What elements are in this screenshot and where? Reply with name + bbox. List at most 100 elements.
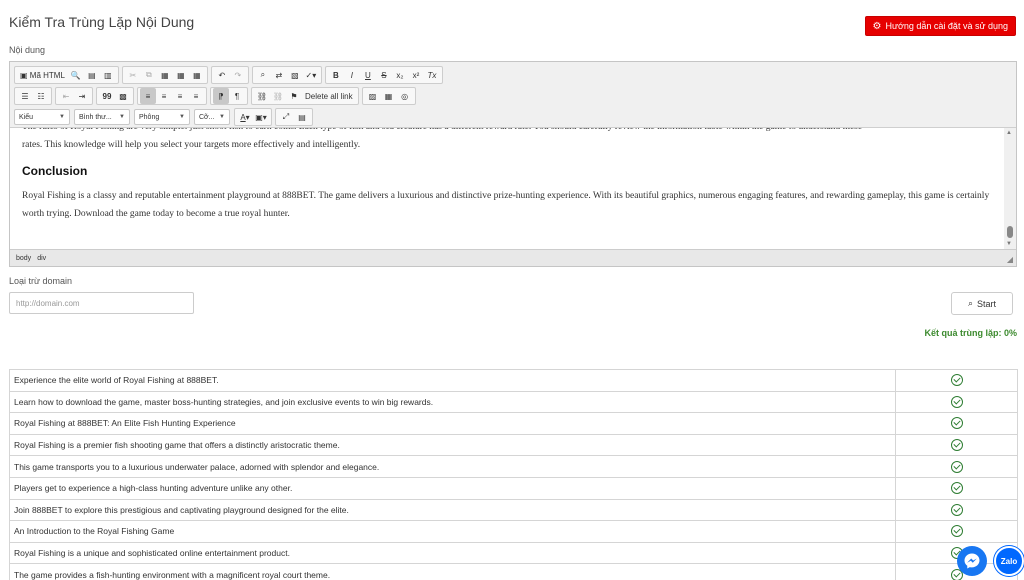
result-status: [895, 390, 1018, 414]
numbered-list-icon[interactable]: ☰: [17, 88, 33, 104]
indent-icon[interactable]: ⇥: [74, 88, 90, 104]
copy-icon[interactable]: ⧉: [141, 67, 157, 83]
result-sentence: Royal Fishing is a premier fish shooting…: [9, 433, 896, 457]
scroll-thumb[interactable]: [1007, 226, 1013, 238]
subscript-button[interactable]: x₂: [392, 67, 408, 83]
image-icon[interactable]: ▨: [365, 88, 381, 104]
domain-input[interactable]: [9, 292, 194, 314]
content-paragraph-rates: rates. This knowledge will help you sele…: [22, 140, 361, 150]
table-icon[interactable]: ▦: [381, 88, 397, 104]
result-status: [895, 498, 1018, 522]
paste-icon[interactable]: ▦: [157, 67, 173, 83]
editor-statusbar: body div ◢: [10, 249, 1016, 266]
page-title: Kiểm Tra Trùng Lặp Nội Dung: [9, 14, 195, 30]
rich-text-editor[interactable]: ▣ Mã HTML 🔍 ▤ ▥ ✂ ⧉ ▦ ▦ ▦ ↶ ↷ ⌕ ⇄ ▧ ✓▾ B…: [9, 61, 1017, 267]
guide-button[interactable]: ⚙ Hướng dẫn cài đặt và sử dụng: [864, 16, 1016, 36]
delete-all-link-button[interactable]: Delete all link: [302, 88, 356, 104]
undo-icon[interactable]: ↶: [214, 67, 230, 83]
find-icon[interactable]: ⌕: [255, 67, 271, 83]
anchor-flag-icon[interactable]: ⚑: [286, 88, 302, 104]
check-circle-icon: [950, 482, 963, 495]
align-left-icon[interactable]: ≡: [140, 88, 156, 104]
check-circle-icon: [950, 525, 963, 538]
text-color-icon[interactable]: A ▾: [237, 109, 253, 125]
chevron-down-icon: ▼: [219, 114, 225, 120]
source-icon: ▣: [20, 70, 30, 80]
messenger-icon: [964, 553, 980, 569]
table-row: Experience the elite world of Royal Fish…: [9, 369, 1018, 392]
align-justify-icon[interactable]: ≡: [188, 88, 204, 104]
style-combo[interactable]: Kiểu ▼: [14, 109, 70, 125]
editor-scrollbar[interactable]: ▲ ▼: [1004, 128, 1016, 250]
remove-format-button[interactable]: Tx: [424, 67, 440, 83]
paste-word-icon[interactable]: ▦: [189, 67, 205, 83]
div-container-icon[interactable]: ▩: [115, 88, 131, 104]
result-sentence: Learn how to download the game, master b…: [9, 390, 896, 414]
result-status: [895, 455, 1018, 478]
check-circle-icon: [950, 460, 963, 473]
templates-icon[interactable]: ▥: [100, 67, 116, 83]
strike-button[interactable]: S: [376, 67, 392, 83]
result-status: [895, 476, 1018, 500]
check-circle-icon: [950, 417, 963, 430]
maximize-icon[interactable]: ⤢: [278, 109, 294, 125]
check-circle-icon: [950, 439, 963, 452]
source-button[interactable]: ▣ Mã HTML: [17, 67, 68, 83]
preview-icon[interactable]: 🔍: [68, 67, 84, 83]
content-paragraph-conclusion: Royal Fishing is a classy and reputable …: [22, 191, 990, 219]
search-icon: ⌕: [967, 298, 974, 308]
result-sentence: Players get to experience a high-class h…: [9, 476, 896, 500]
table-row: Join 888BET to explore this prestigious …: [9, 498, 1018, 522]
scroll-down-icon[interactable]: ▼: [1006, 241, 1012, 247]
start-button[interactable]: ⌕ Start: [951, 292, 1013, 315]
superscript-button[interactable]: x²: [408, 67, 424, 83]
result-sentence: Join 888BET to explore this prestigious …: [9, 498, 896, 522]
chevron-down-icon: ▼: [119, 114, 125, 120]
rtl-icon[interactable]: ¶: [229, 88, 245, 104]
check-circle-icon: [950, 503, 963, 516]
content-heading: Conclusion: [22, 164, 88, 178]
redo-icon[interactable]: ↷: [230, 67, 246, 83]
unlink-icon[interactable]: ⛓: [270, 88, 286, 104]
table-row: Players get to experience a high-class h…: [9, 476, 1018, 500]
table-row: Royal Fishing is a unique and sophistica…: [9, 541, 1018, 565]
ltr-icon[interactable]: ⁋: [213, 88, 229, 104]
editor-content[interactable]: The rules of Royal Fishing are very simp…: [10, 128, 1004, 250]
table-row: An Introduction to the Royal Fishing Gam…: [9, 520, 1018, 543]
check-circle-icon: [950, 374, 963, 387]
resize-handle-icon[interactable]: ◢: [1007, 255, 1013, 264]
align-right-icon[interactable]: ≡: [172, 88, 188, 104]
show-blocks-icon[interactable]: ▤: [294, 109, 310, 125]
path-body[interactable]: body: [16, 255, 31, 262]
bg-color-icon[interactable]: ▣▾: [253, 109, 269, 125]
align-center-icon[interactable]: ≡: [156, 88, 172, 104]
cut-icon[interactable]: ✂: [125, 67, 141, 83]
bold-button[interactable]: B: [328, 67, 344, 83]
globe-icon[interactable]: ◎: [397, 88, 413, 104]
editor-toolbar: ▣ Mã HTML 🔍 ▤ ▥ ✂ ⧉ ▦ ▦ ▦ ↶ ↷ ⌕ ⇄ ▧ ✓▾ B…: [10, 62, 1016, 128]
table-row: Learn how to download the game, master b…: [9, 390, 1018, 414]
italic-button[interactable]: I: [344, 67, 360, 83]
select-all-icon[interactable]: ▧: [287, 67, 303, 83]
bulleted-list-icon[interactable]: ☷: [33, 88, 49, 104]
result-sentence: Experience the elite world of Royal Fish…: [9, 369, 896, 392]
font-combo[interactable]: Phông ▼: [134, 109, 190, 125]
messenger-button[interactable]: [957, 546, 987, 576]
table-row: This game transports you to a luxurious …: [9, 455, 1018, 478]
blockquote-button[interactable]: 99: [99, 88, 115, 104]
path-div[interactable]: div: [37, 255, 46, 262]
size-combo[interactable]: Cỡ... ▼: [194, 109, 230, 125]
content-paragraph-partial: The rules of Royal Fishing are very simp…: [22, 128, 992, 136]
link-icon[interactable]: ⛓: [254, 88, 270, 104]
print-icon[interactable]: ▤: [84, 67, 100, 83]
format-combo[interactable]: Bình thư... ▼: [74, 109, 130, 125]
paste-text-icon[interactable]: ▦: [173, 67, 189, 83]
zalo-button[interactable]: Zalo: [994, 546, 1024, 576]
scroll-up-icon[interactable]: ▲: [1006, 130, 1012, 136]
underline-button[interactable]: U: [360, 67, 376, 83]
result-status: [895, 369, 1018, 392]
spellcheck-icon[interactable]: ✓▾: [303, 67, 319, 83]
replace-icon[interactable]: ⇄: [271, 67, 287, 83]
check-circle-icon: [950, 395, 963, 408]
outdent-icon[interactable]: ⇤: [58, 88, 74, 104]
